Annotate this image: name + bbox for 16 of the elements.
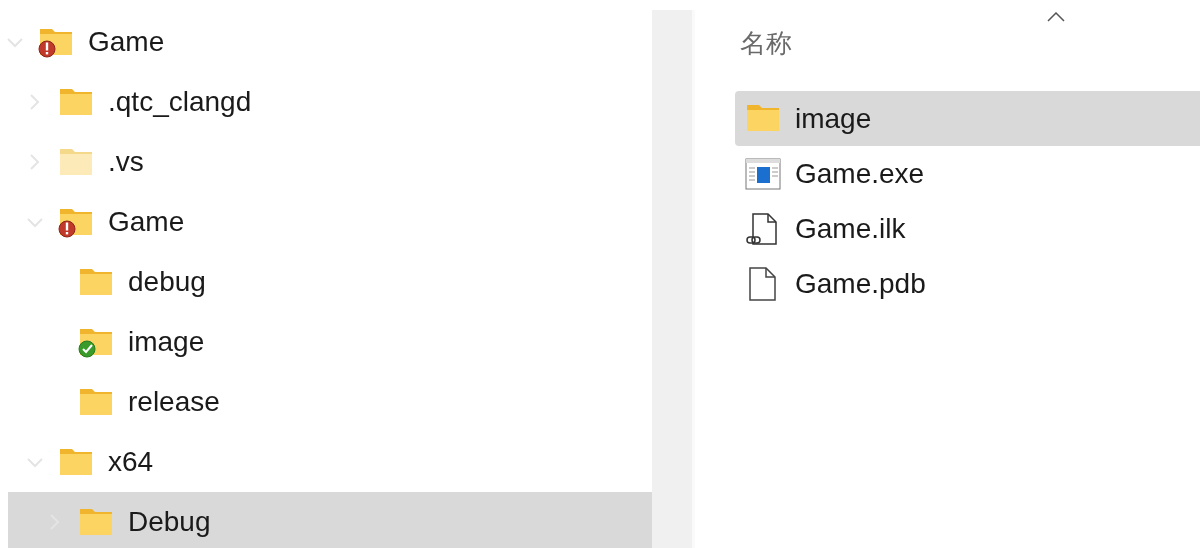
file-item[interactable]: Game.ilk xyxy=(735,202,1200,256)
name-column-header[interactable]: 名称 xyxy=(740,0,800,88)
file-item[interactable]: Game.exe xyxy=(735,147,1200,201)
tree-item[interactable]: Game xyxy=(8,192,652,252)
tree-item[interactable]: .vs xyxy=(8,132,652,192)
tree-item[interactable]: image xyxy=(8,312,652,372)
file-item[interactable]: Game.pdb xyxy=(735,257,1200,311)
tree-item[interactable]: release xyxy=(8,372,652,432)
folder-icon xyxy=(745,103,781,134)
tree-item[interactable]: x64 xyxy=(8,432,652,492)
tree-item[interactable]: Debug xyxy=(8,492,652,548)
file-item[interactable]: image xyxy=(735,91,1200,146)
tree-item[interactable]: debug xyxy=(8,252,652,312)
tree-item[interactable]: .qtc_clangd xyxy=(8,72,652,132)
application-window-icon xyxy=(745,158,781,190)
tree-item[interactable]: Game xyxy=(8,12,652,72)
